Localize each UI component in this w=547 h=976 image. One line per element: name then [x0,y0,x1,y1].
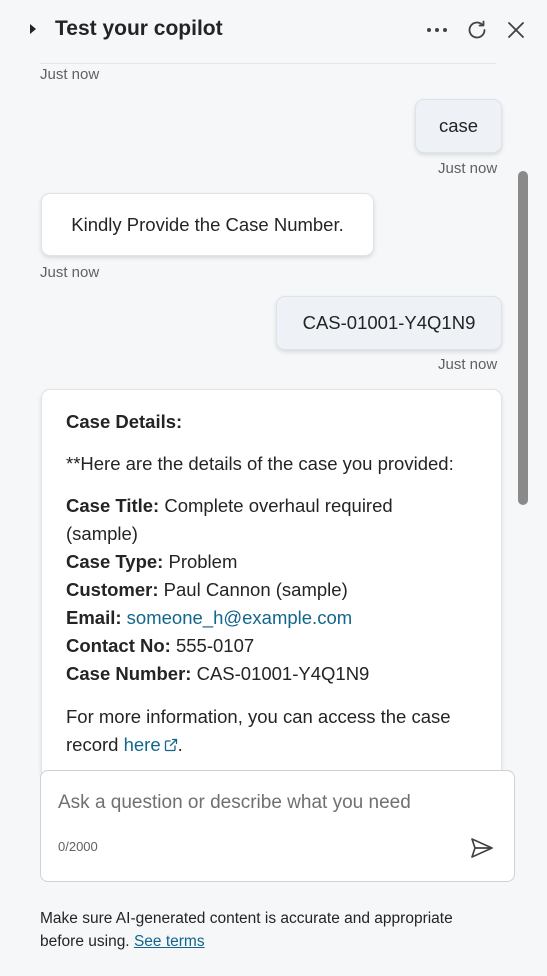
message-timestamp: Just now [40,66,100,83]
send-icon [471,838,493,858]
customer-row: Customer: Paul Cannon (sample) [66,579,348,601]
panel-header: Test your copilot [0,0,547,62]
email-link[interactable]: someone_h@example.com [127,607,352,628]
ai-disclaimer: Make sure AI-generated content is accura… [40,907,510,953]
user-message-text: case [438,115,479,136]
user-message-bubble: CAS-01001-Y4Q1N9 [276,296,502,350]
email-label: Email: [66,607,122,628]
case-number-row: Case Number: CAS-01001-Y4Q1N9 [66,663,369,685]
case-type-row: Case Type: Problem [66,551,237,573]
contact-value: 555-0107 [170,635,255,656]
case-title-row: Case Title: Complete overhaul required [66,495,393,517]
case-title-value: Complete overhaul required [159,495,393,516]
close-icon [508,22,524,38]
character-counter: 0/2000 [58,839,98,854]
external-link-icon [164,738,177,752]
period-text: . [177,734,183,755]
panel-title: Test your copilot [55,17,223,40]
customer-value: Paul Cannon (sample) [158,579,348,600]
disclaimer-text: Make sure AI-generated content is accura… [40,910,453,927]
message-composer[interactable]: Ask a question or describe what you need… [40,770,515,882]
chat-scrollbar[interactable] [518,171,528,505]
user-message-bubble: case [415,99,502,153]
contact-row: Contact No: 555-0107 [66,635,254,657]
close-button[interactable] [500,14,532,46]
disclaimer-text: before using. [40,933,134,950]
message-input[interactable]: Ask a question or describe what you need [58,792,411,814]
contact-label: Contact No: [66,635,171,656]
bot-message-bubble: Kindly Provide the Case Number. [41,193,374,256]
more-info-text: For more information, you can access the… [66,706,451,727]
refresh-icon [468,20,486,39]
case-number-label: Case Number: [66,663,192,684]
refresh-button[interactable] [461,14,493,46]
case-number-value: CAS-01001-Y4Q1N9 [191,663,370,684]
user-message-text: CAS-01001-Y4Q1N9 [302,312,476,333]
header-divider [40,63,496,64]
customer-label: Customer: [66,579,159,600]
caret-right-icon[interactable] [30,24,36,34]
message-timestamp: Just now [438,356,498,373]
case-type-value: Problem [163,551,238,572]
here-link[interactable]: here [124,734,178,755]
more-info-row: record here. [66,734,183,756]
message-timestamp: Just now [438,160,498,177]
send-button[interactable] [467,833,497,863]
more-icon [427,28,447,32]
case-details-heading: Case Details: [66,411,183,432]
case-type-label: Case Type: [66,551,164,572]
case-title-label: Case Title: [66,495,160,516]
case-intro-text: **Here are the details of the case you p… [66,453,454,474]
case-title-continuation: (sample) [66,523,138,544]
more-options-button[interactable] [421,14,453,46]
case-details-card: Case Details: **Here are the details of … [41,389,502,779]
more-info-text: record [66,734,124,755]
email-row: Email: someone_h@example.com [66,607,352,629]
see-terms-link[interactable]: See terms [134,933,205,950]
message-timestamp: Just now [40,264,100,281]
bot-message-text: Kindly Provide the Case Number. [71,213,344,235]
